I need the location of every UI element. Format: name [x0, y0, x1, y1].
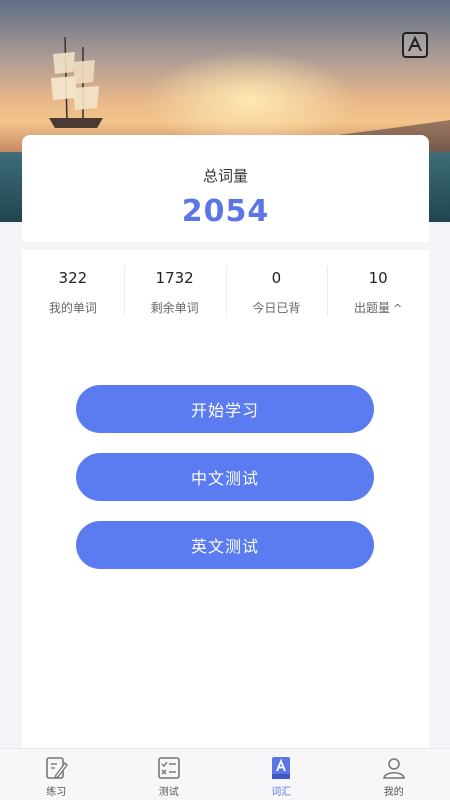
pencil-note-icon: [46, 757, 69, 780]
tab-mine[interactable]: 我的: [338, 749, 450, 800]
tab-label: 测试: [158, 787, 179, 798]
stat-today-learned[interactable]: 0 今日已背: [225, 266, 328, 316]
chevron-up-icon[interactable]: ^: [393, 302, 402, 315]
stat-value: 322: [58, 269, 88, 287]
stat-my-words[interactable]: 322 我的单词: [22, 266, 124, 316]
stat-label-with-toggle: 出题量 ^: [327, 299, 429, 316]
tab-label: 我的: [383, 787, 404, 798]
checklist-icon: [157, 757, 180, 779]
vocabulary-book-icon: [272, 757, 291, 779]
stat-label: 今日已背: [252, 301, 301, 315]
person-icon: [382, 758, 405, 779]
total-words-label: 总词量: [202, 167, 248, 185]
stat-value: 10: [368, 269, 388, 287]
chinese-test-button[interactable]: 中文测试: [76, 453, 374, 501]
start-learning-button[interactable]: 开始学习: [76, 385, 374, 433]
english-test-button[interactable]: 英文测试: [76, 521, 374, 569]
tab-vocabulary[interactable]: 词汇: [225, 749, 338, 800]
total-words-count: 2054: [181, 194, 270, 229]
tab-label: 练习: [46, 787, 67, 798]
stat-label: 出题量: [354, 301, 391, 315]
stat-value: 0: [271, 269, 282, 287]
tab-label: 词汇: [271, 787, 292, 798]
stat-value: 1732: [155, 269, 194, 287]
bottom-tab-bar: 练习 测试 词汇 我的: [0, 748, 450, 800]
stat-label: 剩余单词: [150, 301, 199, 315]
stat-question-count[interactable]: 10 出题量 ^: [327, 266, 429, 316]
dictionary-button[interactable]: [402, 32, 428, 58]
stat-remaining-words[interactable]: 1732 剩余单词: [123, 266, 226, 316]
stat-label: 我的单词: [48, 301, 97, 315]
summary-card: 总词量 2054: [22, 135, 429, 242]
tab-test[interactable]: 测试: [113, 749, 226, 800]
tab-practice[interactable]: 练习: [0, 749, 113, 800]
sailing-ship-illustration: [49, 36, 103, 128]
stats-row: 322 我的单词 1732 剩余单词 0 今日已背 10 出题量 ^: [22, 266, 429, 316]
dictionary-a-icon: [408, 35, 422, 52]
